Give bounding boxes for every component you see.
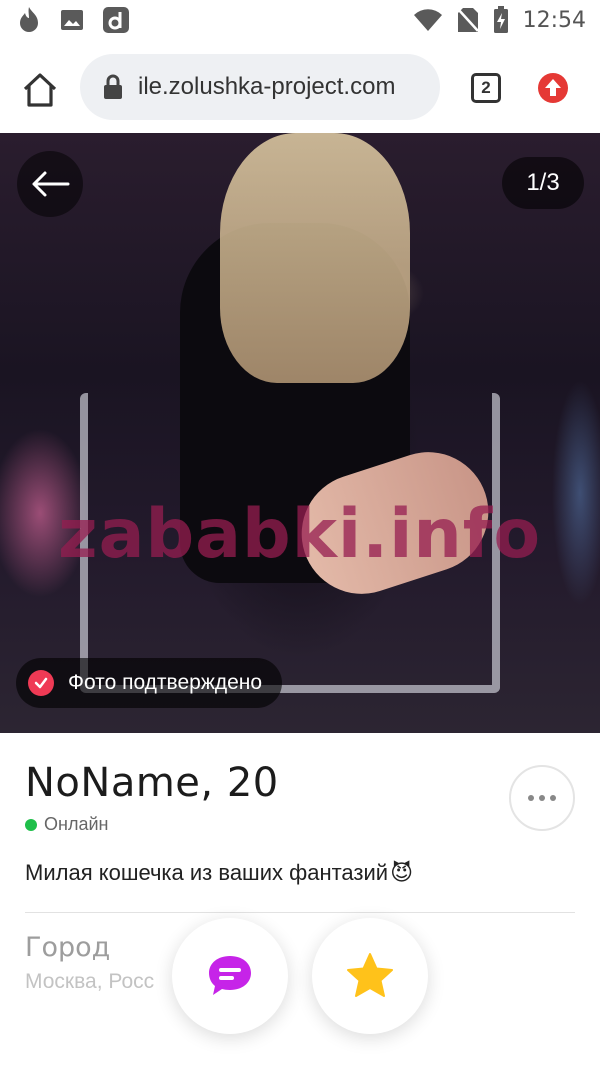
city-value: Москва, Росс xyxy=(25,970,155,993)
wifi-icon xyxy=(413,9,442,32)
chat-button[interactable] xyxy=(172,918,288,1034)
profile-name: NoName, 20 xyxy=(25,760,279,806)
fire-icon xyxy=(20,7,38,32)
more-options-button[interactable] xyxy=(509,765,575,831)
clock: 12:54 xyxy=(522,7,586,33)
dot-icon xyxy=(539,795,545,801)
devil-emoji-icon: 😈 xyxy=(390,860,414,885)
online-status: Онлайн xyxy=(25,814,108,835)
check-icon xyxy=(28,670,54,696)
dot-icon xyxy=(550,795,556,801)
watermark: zababki.info xyxy=(58,495,542,574)
bio-text: Милая кошечка из ваших фантазий xyxy=(25,860,389,885)
address-bar[interactable]: ile.zolushka-project.com xyxy=(80,54,440,120)
online-label: Онлайн xyxy=(44,814,109,834)
upload-icon[interactable] xyxy=(537,72,569,104)
online-dot-icon xyxy=(25,818,37,831)
city-label: Город xyxy=(25,932,111,963)
image-icon xyxy=(61,10,83,30)
profile-photo[interactable]: zababki.info 1/3 Фото подтверждено xyxy=(0,133,600,733)
profile-bio: Милая кошечка из ваших фантазий 😈 xyxy=(25,860,413,886)
browser-toolbar: ile.zolushka-project.com 2 xyxy=(0,40,600,133)
favorite-button[interactable] xyxy=(312,918,428,1034)
dot-icon xyxy=(528,795,534,801)
chat-icon xyxy=(209,956,251,995)
photo-counter: 1/3 xyxy=(502,157,584,209)
lock-icon xyxy=(104,74,122,99)
divider xyxy=(25,912,575,913)
arrow-left-icon xyxy=(32,171,70,197)
app-d-icon xyxy=(103,7,129,33)
star-icon xyxy=(347,953,393,997)
photo-hair-shape xyxy=(220,133,410,383)
verified-badge: Фото подтверждено xyxy=(16,658,283,708)
home-icon[interactable] xyxy=(20,70,60,110)
no-sim-icon xyxy=(456,8,479,32)
url-text: ile.zolushka-project.com xyxy=(138,73,396,100)
verified-label: Фото подтверждено xyxy=(68,671,263,694)
tab-switcher-button[interactable]: 2 xyxy=(471,73,501,103)
back-button[interactable] xyxy=(17,151,83,217)
battery-charging-icon xyxy=(493,6,508,33)
status-bar: 12:54 xyxy=(0,0,600,40)
